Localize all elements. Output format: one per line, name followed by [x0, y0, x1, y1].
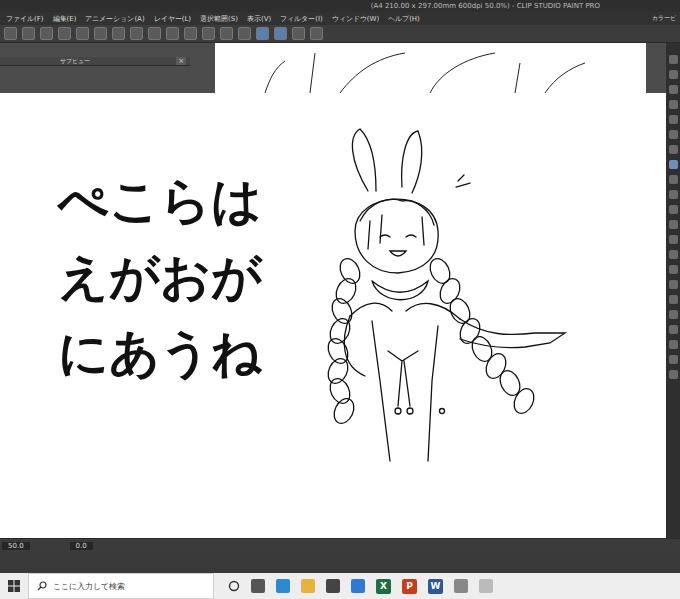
- windows-icon[interactable]: [8, 580, 20, 592]
- menu-item[interactable]: アニメーション(A): [85, 14, 144, 24]
- command-icon[interactable]: [184, 27, 197, 40]
- canvas-column: サブビュー × ぺこらはえがおがにあうね: [0, 43, 666, 538]
- tool-icon[interactable]: [669, 190, 678, 199]
- command-icon[interactable]: [94, 27, 107, 40]
- taskbar-icons: XPW: [214, 579, 493, 594]
- command-icon[interactable]: [274, 27, 287, 40]
- search-icon: [37, 581, 47, 591]
- tool-icon[interactable]: [669, 250, 678, 259]
- canvas-sketch-fragment: [215, 43, 635, 93]
- tool-icon[interactable]: [669, 355, 678, 364]
- tool-icon[interactable]: [669, 70, 678, 79]
- command-icon[interactable]: [238, 27, 251, 40]
- title-bar: (A4 210.00 x 297.00mm 600dpi 50.0%) - CL…: [0, 0, 680, 12]
- menu-item[interactable]: 編集(E): [53, 14, 77, 24]
- canvas-top: サブビュー ×: [0, 43, 666, 93]
- command-icon[interactable]: [130, 27, 143, 40]
- main-canvas[interactable]: [215, 43, 646, 93]
- character-sketch: [310, 121, 575, 466]
- tool-icon[interactable]: [669, 175, 678, 184]
- command-icon[interactable]: [166, 27, 179, 40]
- start-button[interactable]: [0, 580, 28, 592]
- command-icon[interactable]: [256, 27, 269, 40]
- zoom-value[interactable]: 50.0: [2, 542, 30, 550]
- menu-item[interactable]: レイヤー(L): [154, 14, 191, 24]
- store-icon[interactable]: [326, 579, 340, 593]
- subview-title: サブビュー: [60, 57, 90, 66]
- tool-icon[interactable]: [669, 115, 678, 124]
- subview-canvas[interactable]: ぺこらはえがおがにあうね: [0, 93, 666, 538]
- tool-icon[interactable]: [669, 310, 678, 319]
- rotation-value[interactable]: 0.0: [70, 542, 93, 550]
- office-app-icon[interactable]: W: [428, 579, 443, 594]
- tool-icon[interactable]: [669, 325, 678, 334]
- command-icon[interactable]: [202, 27, 215, 40]
- mail-icon[interactable]: [351, 579, 365, 593]
- text-line: えがおが: [58, 239, 308, 315]
- tool-icon[interactable]: [669, 340, 678, 349]
- tool-icon[interactable]: [669, 145, 678, 154]
- color-panel-tab[interactable]: カラービ: [652, 14, 676, 23]
- clip-studio-window: (A4 210.00 x 297.00mm 600dpi 50.0%) - CL…: [0, 0, 680, 599]
- edge-icon[interactable]: [276, 579, 290, 593]
- clip-studio-paint-icon[interactable]: [479, 579, 493, 593]
- tool-icon[interactable]: [669, 235, 678, 244]
- command-icon[interactable]: [22, 27, 35, 40]
- office-app-icon[interactable]: P: [402, 579, 417, 594]
- tool-icon[interactable]: [669, 265, 678, 274]
- menu-item[interactable]: ファイル(F): [6, 14, 44, 24]
- menu-item[interactable]: 選択範囲(S): [200, 14, 238, 24]
- window-title: (A4 210.00 x 297.00mm 600dpi 50.0%) - CL…: [371, 2, 600, 10]
- taskbar: ここに入力して検索 XPW: [0, 573, 680, 599]
- task-view-icon[interactable]: [251, 579, 265, 593]
- command-icon[interactable]: [310, 27, 323, 40]
- status-bar: 50.0 0.0: [0, 538, 680, 552]
- clip-studio-icon[interactable]: [454, 579, 468, 593]
- subview-header[interactable]: サブビュー ×: [0, 57, 190, 66]
- workspace: サブビュー × ぺこらはえがおがにあうね: [0, 43, 680, 538]
- search-box[interactable]: ここに入力して検索: [28, 573, 214, 599]
- menu-item[interactable]: 表示(V): [247, 14, 271, 24]
- tool-icon[interactable]: [669, 130, 678, 139]
- search-placeholder: ここに入力して検索: [53, 581, 125, 592]
- menu-item[interactable]: ヘルプ(H): [388, 14, 420, 24]
- tool-icon[interactable]: [669, 205, 678, 214]
- artwork: [308, 93, 575, 470]
- command-icon[interactable]: [40, 27, 53, 40]
- tool-icon[interactable]: [669, 160, 678, 169]
- cortana-icon[interactable]: [228, 580, 240, 592]
- menu-item[interactable]: フィルター(I): [280, 14, 323, 24]
- command-icon[interactable]: [148, 27, 161, 40]
- tool-icon[interactable]: [669, 100, 678, 109]
- text-line: ぺこらは: [58, 163, 308, 239]
- command-bar: [0, 25, 680, 43]
- tool-icon[interactable]: [669, 220, 678, 229]
- command-icon[interactable]: [292, 27, 305, 40]
- menu-bar: ファイル(F) 編集(E) アニメーション(A) レイヤー(L) 選択範囲(S) 表示(V…: [0, 12, 680, 25]
- tool-icon[interactable]: [669, 55, 678, 64]
- tool-icon[interactable]: [669, 85, 678, 94]
- tool-icon[interactable]: [669, 295, 678, 304]
- tool-icon[interactable]: [669, 280, 678, 289]
- close-button[interactable]: ×: [176, 57, 186, 65]
- command-icon[interactable]: [112, 27, 125, 40]
- menu-item[interactable]: ウィンドウ(W): [332, 14, 379, 24]
- command-icon[interactable]: [220, 27, 233, 40]
- text-line: にあうね: [58, 315, 308, 391]
- folder-icon[interactable]: [301, 579, 315, 593]
- command-icon[interactable]: [4, 27, 17, 40]
- tool-icon[interactable]: [669, 370, 678, 379]
- command-icon[interactable]: [58, 27, 71, 40]
- tool-strip: [666, 43, 680, 538]
- command-icon[interactable]: [76, 27, 89, 40]
- office-app-icon[interactable]: X: [376, 579, 391, 594]
- handwritten-text: ぺこらはえがおがにあうね: [0, 93, 308, 391]
